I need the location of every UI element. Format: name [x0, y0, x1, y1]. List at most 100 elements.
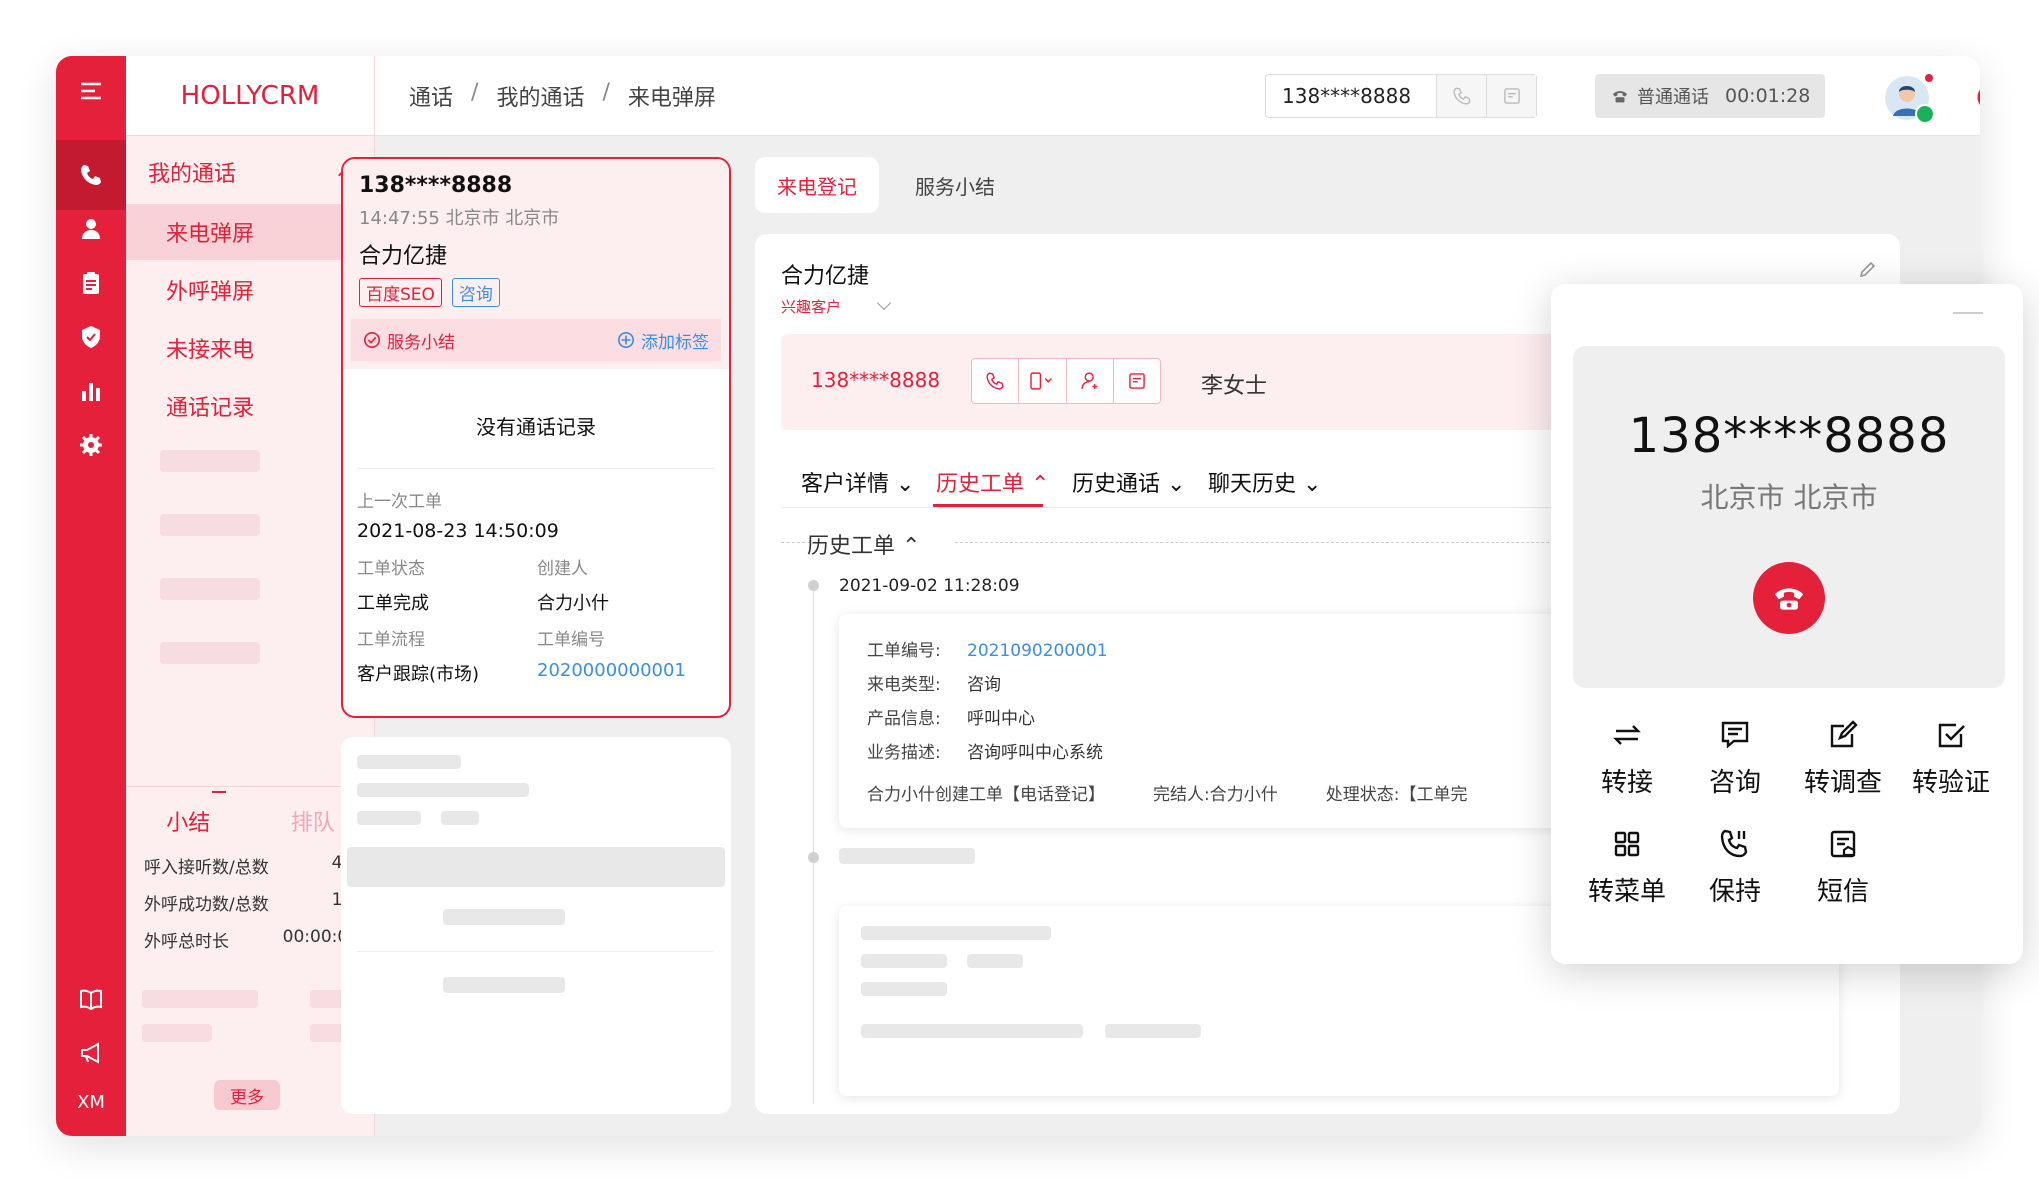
order-field-value: 咨询呼叫中心系统	[967, 743, 1103, 763]
tab-summary[interactable]: 小结	[166, 805, 210, 837]
order-status-value: 工单完成	[357, 593, 429, 614]
user-icon[interactable]	[1067, 359, 1114, 403]
breadcrumb-separator: /	[471, 80, 479, 105]
transfer-survey-button[interactable]: 转调查	[1789, 716, 1897, 799]
dial-number-input[interactable]: 138****8888	[1265, 74, 1537, 118]
service-summary-button[interactable]: 服务小结	[363, 328, 455, 353]
order-field-key: 产品信息:	[867, 709, 941, 729]
breadcrumb-item-current: 来电弹屏	[627, 86, 716, 111]
action-label: 咨询	[1708, 768, 1761, 798]
skeleton-line	[861, 1024, 1083, 1038]
active-tab-indicator	[933, 504, 1043, 507]
subtab-call-history[interactable]: 历史通话 ⌄	[1072, 466, 1185, 498]
skeleton-line	[861, 926, 1051, 940]
skeleton-block	[347, 847, 725, 887]
call-type-label: 普通通话	[1637, 87, 1709, 108]
sms-button[interactable]: 短信	[1789, 825, 1897, 908]
breadcrumb-separator: /	[602, 80, 610, 105]
transfer-menu-button[interactable]: 转菜单	[1573, 825, 1681, 908]
subtab-chat-history[interactable]: 聊天历史 ⌄	[1208, 466, 1321, 498]
timeline-dot	[808, 580, 819, 591]
menu-grid-icon	[1614, 831, 1640, 857]
summary-skeleton	[142, 1024, 212, 1042]
message-icon[interactable]	[1486, 75, 1536, 117]
menu-group-my-calls[interactable]: 我的通话	[126, 144, 375, 200]
breadcrumb-item[interactable]: 我的通话	[496, 80, 584, 112]
order-number-link[interactable]: 2021090200001	[967, 634, 1108, 668]
user-initials[interactable]: XM	[56, 1092, 126, 1113]
divider	[357, 951, 713, 952]
call-card-header: 138****8888 14:47:55 北京市 北京市 合力亿捷 百度SEO …	[343, 159, 729, 369]
transfer-verify-button[interactable]: 转验证	[1897, 716, 2005, 799]
dial-number-value[interactable]: 138****8888	[1266, 84, 1436, 108]
last-order-time: 2021-08-23 14:50:09	[357, 520, 559, 542]
subtab-customer-detail[interactable]: 客户详情 ⌄	[801, 466, 914, 498]
power-icon[interactable]	[1973, 80, 1980, 114]
order-status-label: 工单状态	[357, 559, 425, 579]
summary-row-label: 呼入接听数/总数	[144, 858, 269, 878]
chevron-down-icon[interactable]	[876, 295, 892, 311]
hold-icon	[1720, 829, 1748, 858]
subtab-order-history[interactable]: 历史工单 ⌃	[936, 466, 1049, 498]
order-number-label: 工单编号	[537, 630, 605, 650]
tag-list: 百度SEO 咨询	[359, 278, 713, 307]
mobile-dropdown-icon[interactable]	[1019, 359, 1067, 403]
timeline-dot	[808, 852, 819, 863]
consult-button[interactable]: 咨询	[1681, 716, 1789, 799]
caller-number: 138****8888	[359, 173, 513, 198]
skeleton-line	[357, 783, 529, 797]
call-icon[interactable]	[972, 359, 1020, 403]
minimize-icon[interactable]	[1953, 312, 1983, 314]
menu-item-incoming-popup[interactable]: 来电弹屏	[126, 204, 375, 260]
call-icon[interactable]	[1436, 75, 1486, 117]
contact-actions	[971, 358, 1161, 404]
hold-button[interactable]: 保持	[1681, 825, 1789, 908]
order-field-value: 呼叫中心	[967, 709, 1035, 729]
tab-queue[interactable]: 排队	[291, 805, 335, 837]
top-bar: 通话 / 我的通话 / 来电弹屏 138****8888 普通通话 00:01:…	[375, 56, 1980, 136]
order-field-key: 工单编号:	[867, 641, 941, 661]
hang-up-button[interactable]	[1753, 562, 1825, 634]
order-status-info: 处理状态:【工单完	[1325, 785, 1468, 805]
menu-skeleton	[160, 514, 260, 536]
tab-call-register[interactable]: 来电登记	[755, 157, 879, 213]
avatar[interactable]	[1885, 74, 1935, 124]
menu-item-call-records[interactable]: 通话记录	[126, 378, 375, 434]
order-number-link[interactable]: 2020000000001	[537, 660, 717, 686]
transfer-button[interactable]: 转接	[1573, 716, 1681, 799]
loading-card	[341, 737, 731, 1114]
verify-icon	[1938, 723, 1965, 748]
menu-skeleton	[160, 578, 260, 600]
summary-row-label: 外呼总时长	[144, 932, 229, 952]
consult-icon	[1721, 721, 1749, 749]
incoming-call-card[interactable]: 138****8888 14:47:55 北京市 北京市 合力亿捷 百度SEO …	[341, 157, 731, 718]
menu-item-outbound-popup[interactable]: 外呼弹屏	[126, 262, 375, 318]
gear-nav-icon[interactable]	[56, 410, 126, 480]
call-summary-panel: 小结 排队 呼入接听数/总数 4/5 外呼成功数/总数 1/2 外呼总时长 00…	[126, 786, 375, 952]
breadcrumb-item[interactable]: 通话	[409, 80, 453, 112]
add-tag-button[interactable]: 添加标签	[617, 328, 709, 353]
hamburger-menu-icon[interactable]	[56, 56, 126, 126]
contact-name: 李女士	[1201, 374, 1268, 399]
telephone-icon	[1612, 91, 1628, 103]
more-button[interactable]: 更多	[214, 1080, 280, 1110]
order-field-value: 咨询	[967, 675, 1001, 695]
call-timer: 00:01:28	[1725, 85, 1811, 107]
call-card-actions: 服务小结 添加标签	[351, 319, 721, 361]
edit-pencil-icon[interactable]	[1857, 258, 1879, 280]
customer-type[interactable]: 兴趣客户	[781, 296, 841, 317]
announcement-nav-icon[interactable]	[56, 1018, 126, 1088]
history-section-title[interactable]: 历史工单 ⌃	[807, 528, 920, 560]
contact-phone[interactable]: 138****8888	[811, 368, 940, 392]
summary-row: 外呼总时长 00:00:00	[126, 927, 375, 952]
side-menu: HOLLYCRM 我的通话 来电弹屏 外呼弹屏 未接来电 通话记录 小结 排队 …	[126, 56, 375, 1136]
message-icon[interactable]	[1114, 359, 1160, 403]
check-circle-icon	[363, 331, 381, 349]
tab-service-summary[interactable]: 服务小结	[895, 157, 1015, 213]
no-call-record: 没有通话记录	[357, 411, 715, 469]
summary-row: 外呼成功数/总数 1/2	[126, 890, 375, 915]
menu-item-missed-calls[interactable]: 未接来电	[126, 320, 375, 376]
brand-logo: HOLLYCRM	[126, 56, 374, 136]
tag[interactable]: 百度SEO	[359, 278, 442, 307]
tag[interactable]: 咨询	[451, 278, 500, 307]
